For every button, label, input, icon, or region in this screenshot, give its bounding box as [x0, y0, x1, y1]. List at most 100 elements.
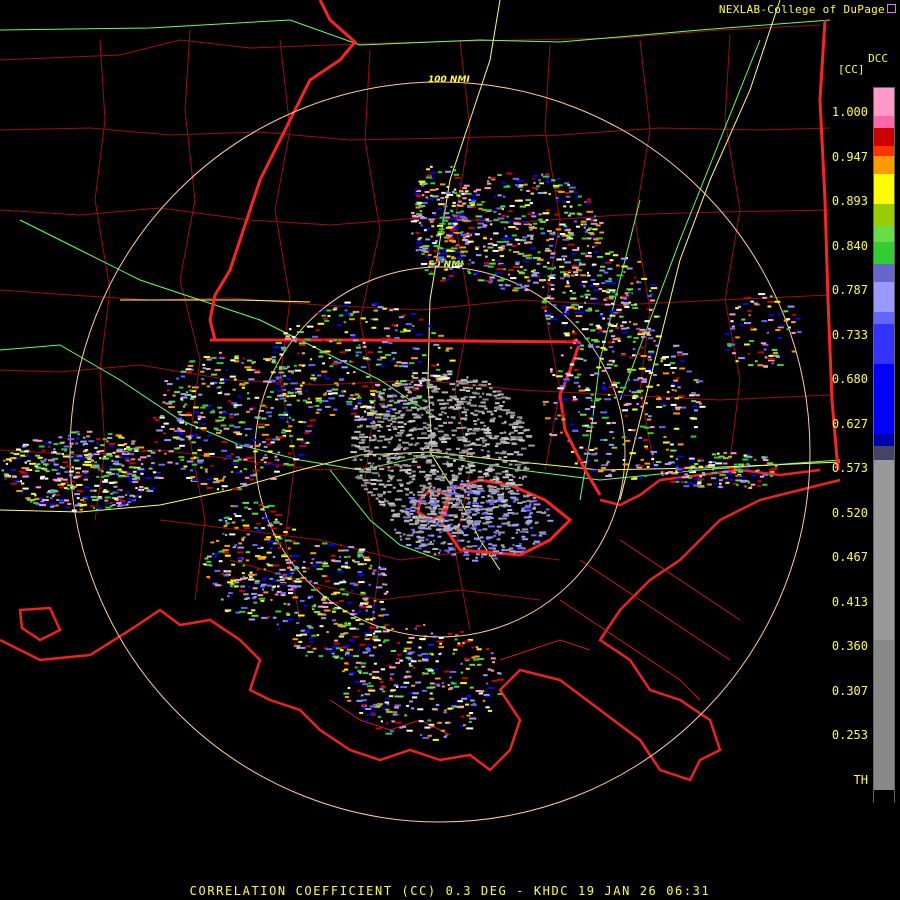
radar-echo-pixel	[245, 434, 248, 437]
radar-echo-pixel	[586, 274, 591, 277]
radar-echo-pixel	[287, 391, 294, 394]
radar-echo-pixel	[490, 413, 494, 416]
radar-echo-pixel	[491, 506, 495, 509]
radar-echo-pixel	[284, 620, 289, 623]
radar-echo-pixel	[570, 297, 577, 300]
radar-echo-pixel	[282, 374, 287, 377]
radar-echo-pixel	[747, 481, 751, 484]
radar-echo-pixel	[601, 386, 606, 388]
radar-echo-pixel	[498, 213, 501, 216]
radar-echo-pixel	[315, 411, 320, 414]
radar-echo-pixel	[624, 415, 628, 417]
radar-echo-pixel	[520, 286, 526, 289]
radar-echo-pixel	[216, 386, 219, 389]
radar-echo-pixel	[271, 589, 274, 592]
radar-echo-pixel	[372, 670, 380, 673]
radar-echo-pixel	[437, 504, 440, 506]
radar-echo-pixel	[391, 351, 397, 354]
radar-echo-pixel	[296, 634, 302, 637]
radar-echo-pixel	[243, 593, 249, 596]
radar-echo-pixel	[233, 378, 237, 381]
radar-echo-pixel	[429, 541, 432, 543]
radar-echo-pixel	[190, 397, 195, 400]
radar-echo-pixel	[726, 343, 732, 346]
radar-echo-pixel	[467, 517, 471, 520]
radar-echo-pixel	[493, 534, 497, 537]
radar-echo-pixel	[80, 499, 84, 502]
radar-echo-pixel	[424, 191, 430, 193]
radar-echo-pixel	[373, 309, 379, 312]
radar-echo-pixel	[200, 411, 204, 414]
radar-echo-pixel	[537, 192, 545, 194]
radar-echo-pixel	[367, 405, 372, 408]
radar-echo-pixel	[463, 534, 469, 537]
radar-echo-pixel	[442, 277, 446, 280]
radar-echo-pixel	[646, 385, 653, 388]
radar-echo-pixel	[447, 222, 452, 225]
radar-echo-pixel	[435, 418, 442, 421]
radar-echo-pixel	[414, 444, 417, 447]
radar-echo-pixel	[601, 340, 606, 343]
radar-echo-pixel	[299, 445, 307, 448]
radar-echo-pixel	[298, 420, 303, 423]
radar-echo-pixel	[128, 453, 135, 456]
radar-echo-pixel	[508, 478, 514, 481]
radar-echo-pixel	[95, 509, 99, 511]
color-scale-tick-label: 0.893	[831, 194, 868, 208]
radar-echo-pixel	[631, 354, 636, 357]
radar-echo-pixel	[542, 175, 550, 178]
radar-echo-pixel	[392, 383, 396, 386]
radar-echo-pixel	[378, 346, 382, 349]
radar-echo-pixel	[322, 400, 329, 403]
radar-echo-pixel	[112, 504, 116, 506]
radar-echo-pixel	[439, 517, 445, 520]
radar-echo-pixel	[737, 463, 744, 466]
radar-echo-pixel	[76, 497, 80, 500]
radar-echo-pixel	[162, 401, 166, 404]
radar-echo-pixel	[280, 346, 287, 349]
radar-echo-pixel	[292, 339, 297, 342]
radar-echo-pixel	[481, 405, 487, 408]
radar-echo-pixel	[750, 327, 754, 330]
radar-echo-pixel	[341, 366, 348, 369]
color-scale-segment	[874, 116, 894, 129]
radar-echo-pixel	[651, 458, 655, 461]
radar-echo-pixel	[176, 377, 180, 380]
radar-echo-pixel	[390, 359, 395, 362]
radar-echo-pixel	[501, 214, 506, 217]
radar-echo-pixel	[429, 424, 432, 427]
radar-echo-pixel	[410, 660, 417, 663]
radar-echo-pixel	[453, 648, 458, 651]
radar-echo-pixel	[674, 389, 677, 392]
radar-echo-pixel	[620, 301, 625, 304]
radar-echo-pixel	[408, 664, 413, 667]
radar-echo-pixel	[368, 682, 371, 685]
radar-echo-pixel	[230, 585, 233, 588]
radar-echo-pixel	[380, 402, 385, 405]
radar-echo-pixel	[225, 456, 231, 459]
radar-echo-pixel	[508, 423, 514, 426]
radar-echo-pixel	[75, 475, 81, 478]
radar-echo-pixel	[277, 459, 280, 462]
radar-echo-pixel	[451, 429, 458, 432]
radar-echo-pixel	[284, 410, 289, 413]
radar-echo-pixel	[573, 338, 576, 341]
radar-echo-pixel	[99, 457, 102, 460]
radar-echo-pixel	[263, 591, 269, 594]
radar-echo-pixel	[492, 274, 497, 277]
radar-echo-pixel	[428, 218, 435, 221]
radar-echo-pixel	[361, 484, 367, 487]
radar-echo-pixel	[305, 430, 312, 433]
radar-echo-pixel	[612, 437, 615, 440]
radar-echo-pixel	[566, 200, 570, 203]
radar-echo-pixel	[393, 684, 399, 687]
radar-echo-pixel	[465, 667, 470, 670]
radar-echo-pixel	[115, 434, 122, 437]
radar-echo-pixel	[282, 429, 286, 432]
radar-echo-pixel	[302, 364, 305, 367]
radar-echo-pixel	[530, 192, 534, 195]
radar-echo-pixel	[475, 690, 481, 692]
radar-echo-pixel	[260, 508, 265, 511]
radar-echo-pixel	[547, 230, 552, 233]
radar-echo-pixel	[211, 373, 218, 376]
